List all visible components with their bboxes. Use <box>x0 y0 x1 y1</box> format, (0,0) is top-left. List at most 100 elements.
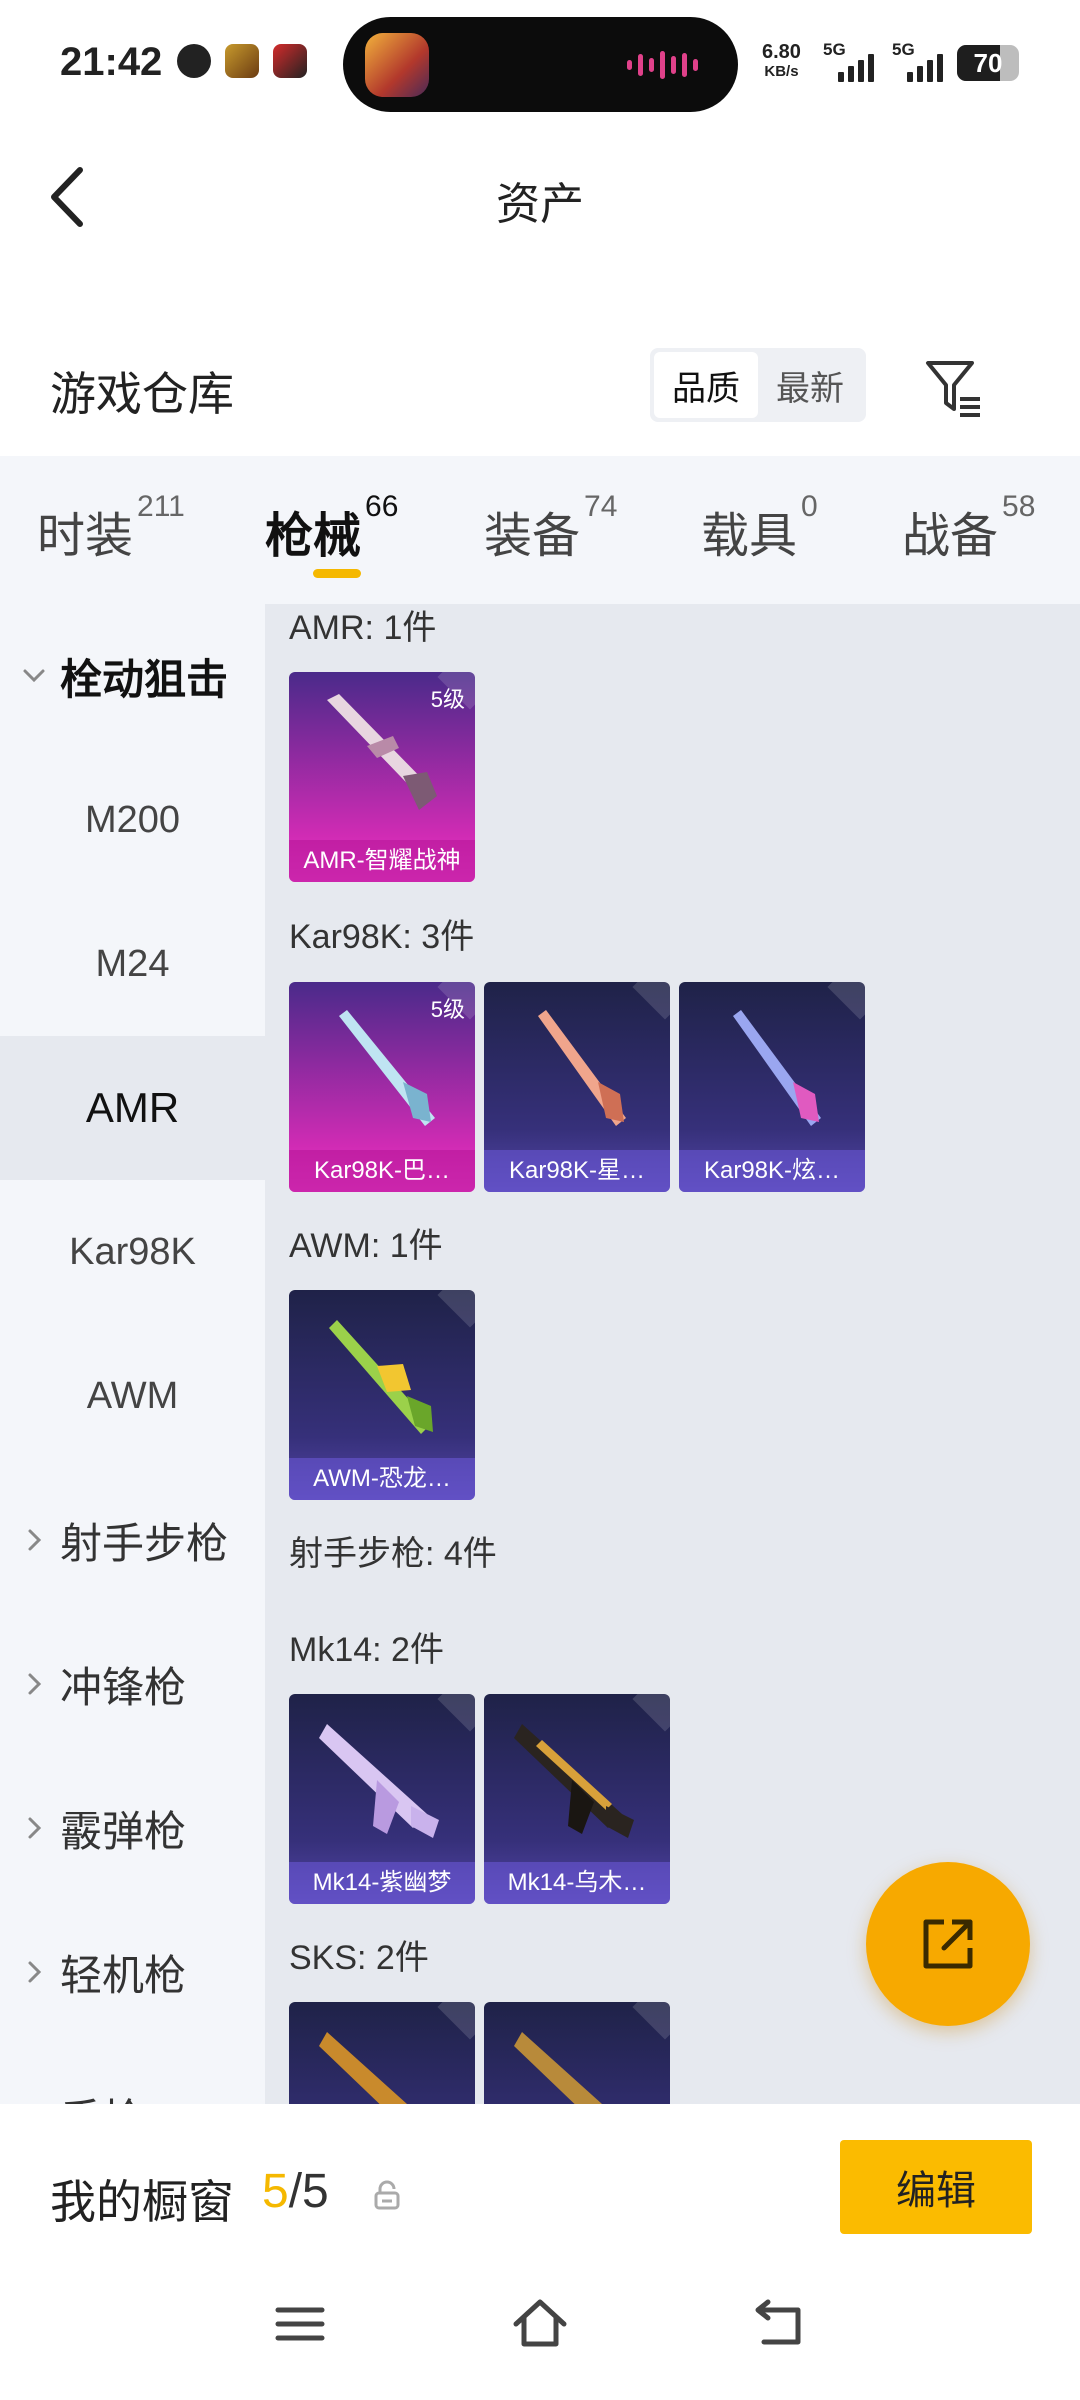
sort-newest-option[interactable]: 最新 <box>758 352 862 418</box>
warehouse-title: 游戏仓库 <box>50 368 234 420</box>
card-name: Kar98K-炫… <box>679 1150 865 1192</box>
audio-wave-icon <box>627 50 698 80</box>
battery-percent: 70 <box>973 48 1003 78</box>
notification-app-icon <box>273 44 307 78</box>
sidebar-group-label: 霰弹枪 <box>60 1807 187 1855</box>
sidebar-group-smg[interactable]: 冲锋枪 <box>0 1612 265 1756</box>
skin-card[interactable]: Mk14-紫幽梦 <box>289 1694 475 1904</box>
menu-icon[interactable] <box>270 2294 330 2354</box>
section-label-mk14: Mk14: 2件 <box>289 1631 444 1669</box>
section-label-sks: SKS: 2件 <box>289 1939 429 1977</box>
game-app-icon <box>225 44 259 78</box>
tab-count: 74 <box>584 490 618 523</box>
page-title: 资产 <box>496 180 584 229</box>
rifle-skin-icon <box>319 1724 439 1838</box>
sidebar-group-shotgun[interactable]: 霰弹枪 <box>0 1756 265 1900</box>
tab-label: 装备 <box>484 510 581 563</box>
section-label-marksman: 射手步枪: 4件 <box>289 1535 497 1573</box>
section-label-amr: AMR: 1件 <box>289 609 437 647</box>
dynamic-island[interactable] <box>343 17 738 112</box>
rifle-skin-icon <box>319 2032 407 2104</box>
category-tabs: 时装211 枪械66 装备74 载具0 战备58 <box>0 456 1080 604</box>
chevron-right-icon <box>28 1529 42 1551</box>
sidebar-group-bolt-sniper[interactable]: 栓动狙击 <box>0 604 265 748</box>
tab-firearms[interactable]: 枪械66 <box>265 490 398 566</box>
chevron-right-icon <box>28 1673 42 1695</box>
sidebar-group-label: 轻机枪 <box>60 1951 187 1999</box>
lock-icon <box>374 2180 400 2210</box>
status-time: 21:42 <box>60 40 163 84</box>
share-button[interactable] <box>866 1862 1030 2026</box>
showcase-title: 我的橱窗 <box>50 2176 234 2228</box>
tab-count: 66 <box>365 490 399 523</box>
tab-label: 时装 <box>37 510 134 563</box>
system-nav-bar <box>0 2270 1080 2400</box>
tab-count: 211 <box>137 490 185 523</box>
tab-label: 枪械 <box>265 510 362 563</box>
card-level: 5级 <box>430 687 465 712</box>
home-icon[interactable] <box>510 2294 570 2354</box>
section-label-awm: AWM: 1件 <box>289 1227 443 1265</box>
showcase-total: 5 <box>302 2165 329 2218</box>
globe-icon <box>177 44 211 78</box>
rifle-skin-icon <box>538 1010 626 1126</box>
battery-icon: 70 <box>957 45 1019 81</box>
now-playing-avatar <box>365 33 429 97</box>
filter-icon[interactable] <box>922 355 986 419</box>
sidebar-item-kar98k[interactable]: Kar98K <box>0 1180 265 1324</box>
card-name: AWM-恐龙… <box>289 1458 475 1500</box>
signal1-icon <box>838 48 874 82</box>
share-external-icon <box>923 1919 973 1969</box>
tab-label: 战备 <box>902 510 999 563</box>
sidebar-group-label: 栓动狙击 <box>60 655 229 703</box>
sidebar-item-amr[interactable]: AMR <box>0 1036 265 1180</box>
showcase-separator: / <box>288 2165 303 2218</box>
skin-card[interactable]: Kar98K-星… <box>484 982 670 1192</box>
skin-card[interactable]: AWM-恐龙… <box>289 1290 475 1500</box>
tab-label: 载具 <box>701 510 798 563</box>
skin-card[interactable]: Mk14-乌木… <box>484 1694 670 1904</box>
sidebar-item-m24[interactable]: M24 <box>0 892 265 1036</box>
sidebar-group-label: 冲锋枪 <box>60 1663 187 1711</box>
showcase-count: 5/5 <box>262 2164 329 2219</box>
tab-count: 0 <box>801 490 818 523</box>
skin-card[interactable]: 5级 Kar98K-巴… <box>289 982 475 1192</box>
rifle-skin-icon <box>514 2032 602 2104</box>
showcase-current: 5 <box>262 2165 289 2218</box>
tab-vehicles[interactable]: 载具0 <box>701 490 818 566</box>
skin-card[interactable] <box>289 2002 475 2104</box>
sidebar-group-lmg[interactable]: 轻机枪 <box>0 1900 265 2044</box>
sort-toggle: 品质 最新 <box>650 348 866 422</box>
tab-equipment[interactable]: 装备74 <box>484 490 617 566</box>
tab-supplies[interactable]: 战备58 <box>902 490 1035 566</box>
rifle-skin-icon <box>733 1010 821 1126</box>
sidebar-item-m200[interactable]: M200 <box>0 748 265 892</box>
edit-button[interactable]: 编辑 <box>840 2140 1032 2234</box>
skin-card[interactable] <box>484 2002 670 2104</box>
card-level: 5级 <box>430 997 465 1022</box>
card-name: Mk14-乌木… <box>484 1862 670 1904</box>
section-label-kar98k: Kar98K: 3件 <box>289 918 475 956</box>
back-icon[interactable] <box>750 2294 810 2354</box>
signal2-icon <box>907 48 943 82</box>
skin-card[interactable]: Kar98K-炫… <box>679 982 865 1192</box>
chevron-down-icon <box>23 669 45 683</box>
card-name: AMR-智耀战神 <box>289 840 475 882</box>
rifle-skin-icon <box>329 1320 433 1434</box>
sort-quality-option[interactable]: 品质 <box>654 352 758 418</box>
net-speed: 6.80 KB/s <box>762 42 801 82</box>
tab-count: 58 <box>1002 490 1036 523</box>
sidebar-item-awm[interactable]: AWM <box>0 1324 265 1468</box>
chevron-right-icon <box>28 1817 42 1839</box>
weapon-type-sidebar: 栓动狙击 M200 M24 AMR Kar98K AWM 射手步枪 冲锋枪 霰弹… <box>0 604 265 2143</box>
skin-card[interactable]: 5级 AMR-智耀战神 <box>289 672 475 882</box>
tab-fashion[interactable]: 时装211 <box>37 490 185 566</box>
rifle-skin-icon <box>514 1724 634 1838</box>
card-name: Kar98K-巴… <box>289 1150 475 1192</box>
net-speed-value: 6.80 <box>762 41 801 63</box>
chevron-right-icon <box>28 1961 42 1983</box>
card-name: Kar98K-星… <box>484 1150 670 1192</box>
tab-active-indicator <box>313 569 361 578</box>
card-name: Mk14-紫幽梦 <box>289 1862 475 1904</box>
sidebar-group-marksman[interactable]: 射手步枪 <box>0 1468 265 1612</box>
